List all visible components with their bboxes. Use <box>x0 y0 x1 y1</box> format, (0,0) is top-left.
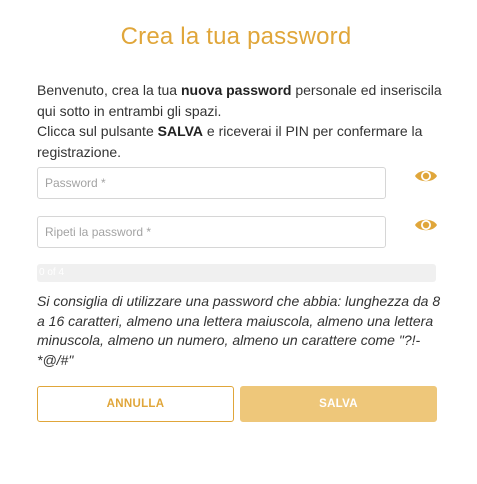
save-button[interactable]: SALVA <box>240 386 437 422</box>
password-requirements-hint: Si consiglia di utilizzare una password … <box>37 293 441 368</box>
eye-icon[interactable] <box>414 167 438 185</box>
intro-paragraph-1: Benvenuto, crea la tua nuova password pe… <box>37 80 442 121</box>
intro-line1-bold: nuova password <box>181 82 292 98</box>
create-password-page: Crea la tua password Benvenuto, crea la … <box>0 0 477 484</box>
repeat-password-visibility-toggle-icon <box>415 219 437 231</box>
password-input[interactable] <box>37 167 386 199</box>
intro-line2-pre: Clicca sul pulsante <box>37 123 158 139</box>
page-title: Crea la tua password <box>120 23 352 50</box>
password-strength-bar: 0 of 4 <box>37 264 436 282</box>
eye-icon[interactable] <box>414 216 438 234</box>
repeat-password-input[interactable] <box>37 216 386 248</box>
intro-line2-bold: SALVA <box>157 123 203 139</box>
intro-text: Benvenuto, crea la tua nuova password pe… <box>37 80 442 162</box>
cancel-button[interactable]: ANNULLA <box>37 386 234 422</box>
intro-line1-pre: Benvenuto, crea la tua <box>37 82 181 98</box>
password-visibility-toggle-icon <box>415 170 437 182</box>
password-strength-label: 0 of 4 <box>39 267 65 278</box>
intro-paragraph-2: Clicca sul pulsante SALVA e riceverai il… <box>37 121 442 162</box>
